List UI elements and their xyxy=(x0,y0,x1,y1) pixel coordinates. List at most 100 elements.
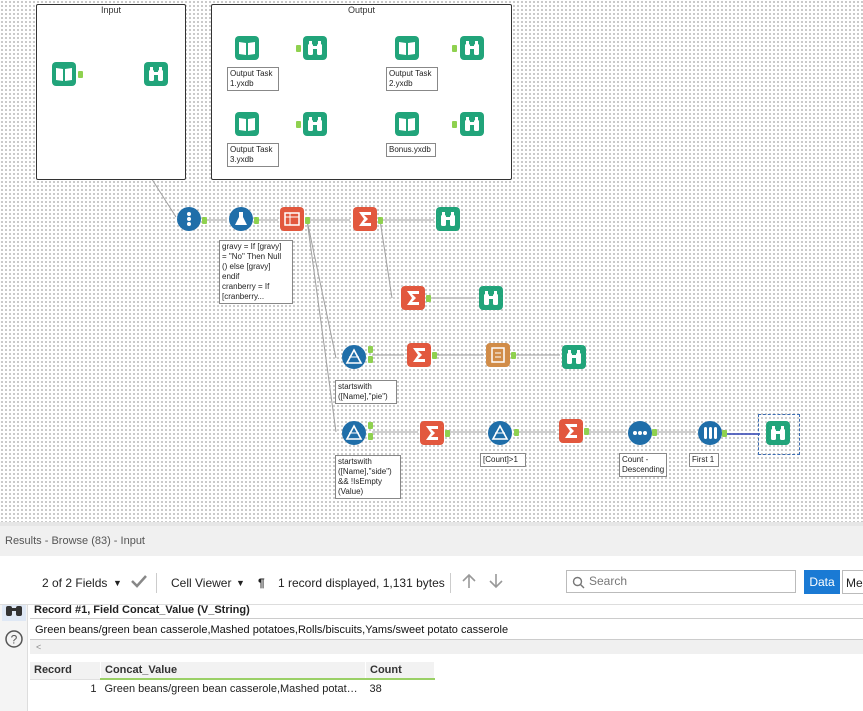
output-data-tool-3[interactable] xyxy=(235,112,259,136)
records-info: 1 record displayed, 1,131 bytes xyxy=(278,576,445,590)
output-anchor[interactable] xyxy=(432,352,437,359)
cell-value-viewer[interactable]: Green beans/green bean casserole,Mashed … xyxy=(30,618,863,640)
input-anchor[interactable] xyxy=(296,45,301,52)
input-data-tool[interactable] xyxy=(52,62,76,86)
input-anchor[interactable] xyxy=(452,45,457,52)
browse-tool-out4[interactable] xyxy=(460,112,484,136)
workflow-canvas[interactable]: Input Output Output Task 1.yxdb Output T… xyxy=(0,0,863,522)
cell-concat-value[interactable]: Green beans/green bean casserole,Mashed … xyxy=(100,678,366,698)
input-anchor[interactable] xyxy=(452,121,457,128)
output-anchor[interactable] xyxy=(426,295,431,302)
summarize-tool-1[interactable] xyxy=(353,207,377,231)
book-icon xyxy=(399,42,415,55)
output-anchor[interactable] xyxy=(584,428,589,435)
binoculars-icon xyxy=(465,117,479,131)
svg-text:?: ? xyxy=(11,633,18,647)
output-anchor[interactable] xyxy=(78,71,83,78)
results-title: Results - Browse (83) - Input xyxy=(0,526,863,556)
chevron-left-icon[interactable]: < xyxy=(36,642,41,652)
sample-tool[interactable] xyxy=(698,421,722,445)
arrow-up-icon[interactable] xyxy=(460,572,478,593)
output-anchor[interactable] xyxy=(202,217,207,224)
browse-tool-out2[interactable] xyxy=(460,36,484,60)
formula-tool[interactable] xyxy=(229,207,253,231)
filter-triangle-icon xyxy=(345,348,363,364)
report-tool[interactable] xyxy=(486,343,510,367)
binoculars-icon xyxy=(149,67,163,81)
summarize-tool-5[interactable] xyxy=(559,419,583,443)
browse-tool-out3[interactable] xyxy=(303,112,327,136)
sort-label: Count - Descending xyxy=(619,453,667,477)
data-tab[interactable]: Data xyxy=(804,570,840,594)
true-anchor[interactable] xyxy=(368,422,373,429)
filter-triangle-icon xyxy=(491,424,509,440)
cell-viewer-dropdown[interactable]: Cell Viewer xyxy=(171,576,231,590)
sample-label: First 1 xyxy=(689,453,719,467)
input-container[interactable]: Input xyxy=(36,4,186,180)
output-anchor[interactable] xyxy=(511,352,516,359)
filter-count-label: [Count]>1 xyxy=(480,453,526,467)
filter-tool-side[interactable] xyxy=(342,421,366,445)
cell-count[interactable]: 38 xyxy=(365,678,435,698)
record-id-tool[interactable] xyxy=(177,207,201,231)
browse-tool-report[interactable] xyxy=(562,345,586,369)
output-data-tool-2[interactable] xyxy=(395,36,419,60)
input-anchor[interactable] xyxy=(296,121,301,128)
column-header-count[interactable]: Count xyxy=(365,662,435,680)
chevron-down-icon[interactable]: ▼ xyxy=(236,578,245,588)
summarize-tool-2[interactable] xyxy=(401,286,425,310)
binoculars-icon xyxy=(441,212,455,226)
cross-tab-tool[interactable] xyxy=(280,207,304,231)
chevron-down-icon[interactable]: ▼ xyxy=(113,578,122,588)
browse-tool-summary1[interactable] xyxy=(436,207,460,231)
pilcrow-icon[interactable]: ¶ xyxy=(258,576,265,590)
column-header-record[interactable]: Record xyxy=(30,662,101,679)
numbered-list-icon xyxy=(187,212,191,226)
output-data-tool-1[interactable] xyxy=(235,36,259,60)
column-header-concat-value[interactable]: Concat_Value xyxy=(100,662,366,680)
output-label-4: Bonus.yxdb xyxy=(386,143,436,157)
false-anchor[interactable] xyxy=(368,433,373,440)
sigma-icon xyxy=(359,212,371,226)
record-header: Record #1, Field Concat_Value (V_String) xyxy=(34,604,250,616)
table-row[interactable]: 1 Green beans/green bean casserole,Mashe… xyxy=(30,678,435,698)
browse-tool-out1[interactable] xyxy=(303,36,327,60)
output-data-tool-4[interactable] xyxy=(395,112,419,136)
output-anchor[interactable] xyxy=(445,430,450,437)
fields-selector[interactable]: 2 of 2 Fields xyxy=(42,576,107,590)
false-anchor[interactable] xyxy=(368,356,373,363)
true-anchor[interactable] xyxy=(368,346,373,353)
output-anchor[interactable] xyxy=(722,430,727,437)
summarize-tool-4[interactable] xyxy=(420,421,444,445)
summarize-tool-3[interactable] xyxy=(407,343,431,367)
metadata-tab[interactable]: Me xyxy=(842,570,863,594)
separator xyxy=(156,573,157,593)
search-placeholder: Search xyxy=(589,574,628,588)
filter-tool-pie[interactable] xyxy=(342,345,366,369)
filter-side-label: startswith ([Name],"side") && !IsEmpty (… xyxy=(335,455,401,499)
binoculars-icon xyxy=(771,426,785,440)
table-icon xyxy=(284,212,300,226)
sort-tool[interactable] xyxy=(628,421,652,445)
results-grid: Record Concat_Value Count 1 Green beans/… xyxy=(30,662,435,698)
output-label-1: Output Task 1.yxdb xyxy=(227,67,279,91)
browse-tool-final[interactable] xyxy=(766,421,790,445)
search-input[interactable]: Search xyxy=(566,570,796,593)
help-icon[interactable]: ? xyxy=(4,629,24,654)
output-anchor[interactable] xyxy=(254,217,259,224)
output-anchor[interactable] xyxy=(305,217,310,224)
checkmark-icon[interactable] xyxy=(130,573,148,592)
arrow-down-icon[interactable] xyxy=(487,572,505,593)
output-anchor[interactable] xyxy=(652,429,657,436)
horizontal-scrollbar[interactable]: < xyxy=(30,640,863,654)
browse-tool-input[interactable] xyxy=(144,62,168,86)
sigma-icon xyxy=(407,291,419,305)
cell-record[interactable]: 1 xyxy=(30,678,101,698)
output-anchor[interactable] xyxy=(378,217,383,224)
sigma-icon xyxy=(413,348,425,362)
browse-tool-summary2[interactable] xyxy=(479,286,503,310)
flask-icon xyxy=(235,212,247,225)
input-container-title: Input xyxy=(100,5,122,15)
true-anchor[interactable] xyxy=(514,429,519,436)
filter-tool-count[interactable] xyxy=(488,421,512,445)
